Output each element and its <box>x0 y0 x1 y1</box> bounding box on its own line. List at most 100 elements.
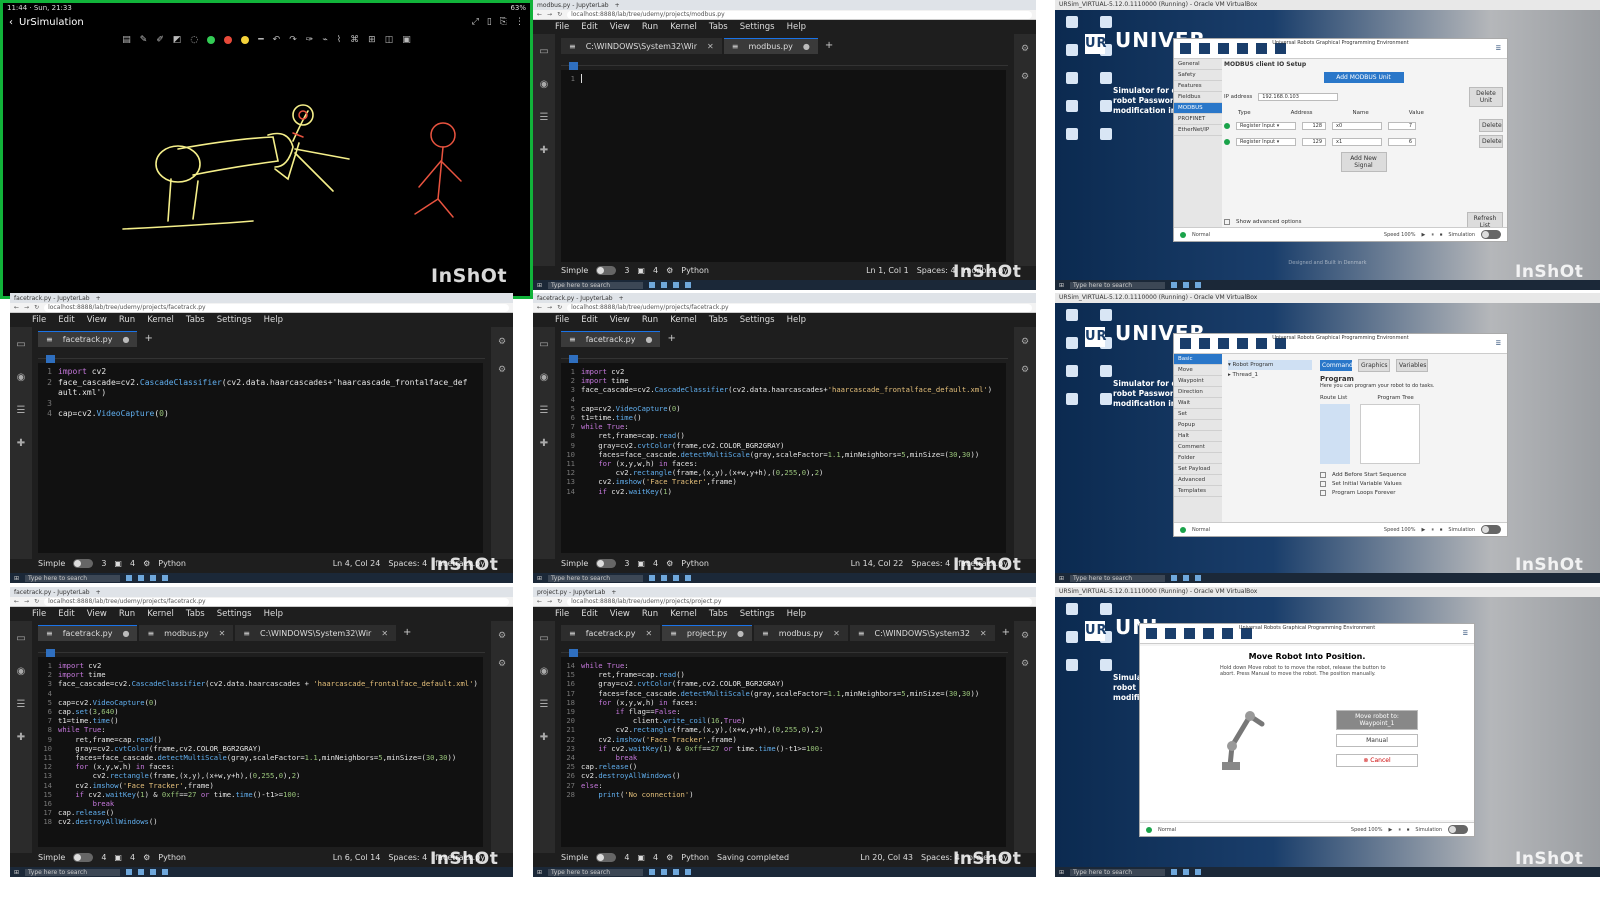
sidebar-item-wait[interactable]: Wait <box>1174 398 1222 409</box>
play-icon[interactable]: ▶ <box>1421 232 1425 238</box>
desktop-icon[interactable] <box>1061 100 1083 122</box>
sidebar-item-templates[interactable]: Templates <box>1174 486 1222 497</box>
gear-icon[interactable]: ⚙ <box>143 559 150 568</box>
menu-kernel[interactable]: Kernel <box>147 315 174 325</box>
desktop-icon[interactable] <box>1061 631 1083 653</box>
play-icon[interactable]: ▶ <box>1421 527 1425 533</box>
delete-signal-button[interactable]: Delete <box>1479 119 1503 132</box>
close-icon[interactable]: ✕ <box>833 629 840 638</box>
taskbar-search[interactable]: Type here to search <box>548 281 644 289</box>
settings-gear-icon[interactable]: ⚙ <box>498 337 506 347</box>
forward-icon[interactable]: → <box>24 598 29 605</box>
reload-icon[interactable]: ↻ <box>34 304 39 311</box>
browser-tab[interactable]: facetrack.py - JupyterLab <box>537 295 613 302</box>
editor-menu-icon[interactable] <box>46 355 55 363</box>
desktop-icon[interactable] <box>1061 659 1083 681</box>
windows-start-icon[interactable]: ⊞ <box>1059 869 1064 876</box>
desktop-icon[interactable] <box>1061 393 1083 415</box>
signal-type-select[interactable]: Register Input ▾ <box>1236 121 1296 130</box>
menu-view[interactable]: View <box>610 22 630 32</box>
editor-menu-icon[interactable] <box>46 649 55 657</box>
cursor-position[interactable]: Ln 14, Col 22 <box>851 559 904 568</box>
color-green[interactable] <box>207 36 216 44</box>
extension-icon[interactable]: ✚ <box>540 145 548 156</box>
windows-start-icon[interactable]: ⊞ <box>14 869 19 876</box>
editor-tab[interactable]: ≡ modbus.py ● <box>723 38 818 54</box>
forward-icon[interactable]: → <box>24 304 29 311</box>
back-icon[interactable]: ← <box>537 304 542 311</box>
desktop-icon[interactable] <box>1061 16 1083 38</box>
editor-tab[interactable]: ≡ project.py ● <box>662 625 752 641</box>
menu-view[interactable]: View <box>610 609 630 619</box>
add-tab-icon[interactable]: + <box>139 331 157 347</box>
sidebar-item-waypoint[interactable]: Waypoint <box>1174 376 1222 387</box>
move-robot-to-button[interactable]: Move robot to: Waypoint_1 <box>1336 710 1418 730</box>
menu-view[interactable]: View <box>87 609 107 619</box>
folder-icon[interactable]: ▭ <box>16 339 25 350</box>
close-icon[interactable]: ✕ <box>707 42 714 51</box>
panel-tab-variables[interactable]: Variables <box>1396 359 1428 372</box>
running-icon[interactable]: ◉ <box>540 372 549 383</box>
tool-g-icon[interactable]: ▣ <box>402 35 411 45</box>
desktop-icon[interactable] <box>1061 337 1083 359</box>
code-editor[interactable]: 1 import cv2 2 face_cascade=cv2.CascadeClas… <box>38 363 483 553</box>
tool-d-icon[interactable]: ⌘ <box>350 35 359 45</box>
program-tree-item[interactable]: ▸ Thread_1 <box>1228 370 1312 380</box>
add-tab-icon[interactable]: + <box>398 625 416 641</box>
windows-start-icon[interactable]: ⊞ <box>14 575 19 582</box>
sidebar-item-set[interactable]: Set <box>1174 409 1222 420</box>
color-yellow[interactable] <box>241 36 250 44</box>
back-icon[interactable]: ← <box>14 304 19 311</box>
extension-icon[interactable]: ✚ <box>17 438 25 449</box>
menu-run[interactable]: Run <box>642 22 658 32</box>
running-icon[interactable]: ◉ <box>540 79 549 90</box>
play-icon[interactable]: ▶ <box>1388 827 1392 833</box>
cursor-position[interactable]: Ln 1, Col 1 <box>866 266 909 275</box>
manual-button[interactable]: Manual <box>1336 734 1418 747</box>
program-tree-item[interactable]: ▾ Robot Program <box>1228 360 1312 370</box>
menu-settings[interactable]: Settings <box>740 315 775 325</box>
sidebar-item-halt[interactable]: Halt <box>1174 431 1222 442</box>
menu-help[interactable]: Help <box>264 315 283 325</box>
simple-mode-toggle[interactable] <box>596 852 617 862</box>
browser-tab[interactable]: facetrack.py - JupyterLab <box>14 589 90 596</box>
extension-icon[interactable]: ✚ <box>540 438 548 449</box>
menu-view[interactable]: View <box>87 315 107 325</box>
advanced-checkbox[interactable] <box>1224 219 1230 225</box>
editor-tab[interactable]: ≡ facetrack.py ● <box>561 331 661 347</box>
desktop-icon[interactable] <box>1061 44 1083 66</box>
stop-icon[interactable]: ⏹ <box>1440 527 1443 533</box>
color-red[interactable] <box>224 36 233 44</box>
menu-settings[interactable]: Settings <box>740 609 775 619</box>
gear-icon[interactable]: ⚙ <box>666 853 673 862</box>
browser-tab[interactable]: facetrack.py - JupyterLab <box>14 295 90 302</box>
toc-icon[interactable]: ☰ <box>540 699 549 710</box>
url-input[interactable]: localhost:8888/lab/tree/udemy/projects/p… <box>567 597 1032 606</box>
route-list-box[interactable] <box>1320 404 1350 464</box>
signal-name-field[interactable]: x0 <box>1332 121 1382 130</box>
menu-edit[interactable]: Edit <box>58 609 74 619</box>
editor-tab[interactable]: ≡ facetrack.py ● <box>38 625 138 641</box>
new-tab-icon[interactable]: + <box>615 2 620 9</box>
signal-type-select[interactable]: Register Input ▾ <box>1236 137 1296 146</box>
sidebar-item-fieldbus[interactable]: Fieldbus <box>1174 92 1222 103</box>
menu-file[interactable]: File <box>32 315 46 325</box>
editor-menu-icon[interactable] <box>569 355 578 363</box>
editor-tab[interactable]: ≡ facetrack.py ● <box>38 331 138 347</box>
menu-tabs[interactable]: Tabs <box>186 315 205 325</box>
add-new-signal-button[interactable]: Add New Signal <box>1340 152 1387 172</box>
code-editor[interactable]: 1 <box>561 70 1006 262</box>
menu-settings[interactable]: Settings <box>217 315 252 325</box>
menu-tabs[interactable]: Tabs <box>186 609 205 619</box>
language-label[interactable]: Python <box>681 853 709 862</box>
menu-hamburger-icon[interactable]: ☰ <box>1496 340 1501 347</box>
simple-mode-toggle[interactable] <box>73 558 94 568</box>
sidebar-item-comment[interactable]: Comment <box>1174 442 1222 453</box>
sidebar-item-basic[interactable]: Basic <box>1174 354 1222 365</box>
menu-edit[interactable]: Edit <box>58 315 74 325</box>
language-label[interactable]: Python <box>158 853 186 862</box>
more-icon[interactable]: ⋮ <box>515 17 524 27</box>
menu-run[interactable]: Run <box>119 315 135 325</box>
simulation-toggle[interactable] <box>1481 230 1501 239</box>
menu-kernel[interactable]: Kernel <box>147 609 174 619</box>
